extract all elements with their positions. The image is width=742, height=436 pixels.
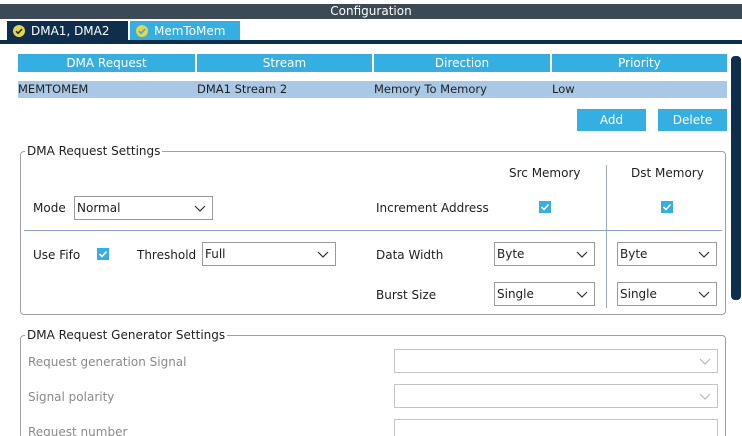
threshold-value: Full (205, 247, 226, 261)
section-divider (24, 230, 722, 231)
table-row[interactable]: MEMTOMEM DMA1 Stream 2 Memory To Memory … (18, 81, 727, 98)
request-generation-signal-select[interactable] (394, 349, 718, 373)
column-header-stream[interactable]: Stream (197, 54, 372, 72)
checkmark-icon (98, 250, 108, 258)
mode-value: Normal (77, 201, 121, 215)
burst-size-label: Burst Size (376, 288, 437, 302)
vertical-scrollbar[interactable] (731, 56, 741, 300)
tab-underline (0, 40, 742, 44)
increment-address-label: Increment Address (376, 201, 489, 215)
chevron-down-icon (699, 393, 711, 400)
use-fifo-label: Use Fifo (33, 248, 81, 262)
tab-memtomem[interactable]: MemToMem (130, 21, 240, 40)
column-header-dma-request[interactable]: DMA Request (18, 54, 195, 72)
src-data-width-select[interactable]: Byte (494, 242, 595, 266)
dst-data-width-value: Byte (620, 247, 648, 261)
cell-dma-request: MEMTOMEM (18, 82, 89, 96)
delete-button[interactable]: Delete (658, 109, 727, 131)
column-header-direction[interactable]: Direction (374, 54, 550, 72)
group-title: DMA Request Settings (25, 143, 163, 159)
chevron-down-icon (699, 358, 711, 365)
window-title: Configuration (0, 4, 742, 19)
chevron-down-icon (576, 251, 588, 258)
group-title: DMA Request Generator Settings (25, 327, 228, 343)
dst-burst-size-value: Single (620, 287, 657, 301)
cell-stream: DMA1 Stream 2 (197, 82, 288, 96)
request-number-input[interactable] (394, 419, 718, 436)
chevron-down-icon (576, 291, 588, 298)
src-memory-header: Src Memory (509, 166, 581, 180)
column-header-priority[interactable]: Priority (552, 54, 727, 72)
chevron-down-icon (698, 251, 710, 258)
chevron-down-icon (698, 291, 710, 298)
cell-direction: Memory To Memory (374, 82, 487, 96)
mode-label: Mode (33, 201, 66, 215)
checkmark-icon (662, 203, 672, 211)
signal-polarity-select[interactable] (394, 384, 718, 408)
column-divider (606, 165, 607, 308)
src-burst-size-select[interactable]: Single (494, 282, 595, 306)
dst-memory-header: Dst Memory (631, 166, 704, 180)
signal-polarity-label: Signal polarity (28, 390, 115, 404)
tab-label: DMA1, DMA2 (31, 23, 110, 38)
dst-data-width-select[interactable]: Byte (617, 242, 717, 266)
dst-increment-checkbox[interactable] (661, 201, 673, 213)
chevron-down-icon (317, 251, 329, 258)
checkmark-icon (540, 203, 550, 211)
cell-priority: Low (552, 82, 575, 96)
threshold-select[interactable]: Full (202, 242, 336, 266)
dst-burst-size-select[interactable]: Single (617, 282, 717, 306)
check-circle-icon (13, 24, 25, 37)
tab-dma1-dma2[interactable]: DMA1, DMA2 (7, 21, 128, 40)
src-increment-checkbox[interactable] (539, 201, 551, 213)
check-circle-icon (136, 24, 148, 37)
src-data-width-value: Byte (497, 247, 525, 261)
request-number-label: Request number (28, 425, 128, 436)
request-generation-signal-label: Request generation Signal (28, 355, 187, 369)
chevron-down-icon (194, 205, 206, 212)
mode-select[interactable]: Normal (74, 196, 213, 220)
src-burst-size-value: Single (497, 287, 534, 301)
data-width-label: Data Width (376, 248, 444, 262)
add-button[interactable]: Add (577, 109, 646, 131)
tab-strip: DMA1, DMA2 MemToMem (0, 19, 742, 40)
use-fifo-checkbox[interactable] (97, 248, 109, 260)
threshold-label: Threshold (137, 248, 197, 262)
tab-label: MemToMem (154, 23, 226, 38)
